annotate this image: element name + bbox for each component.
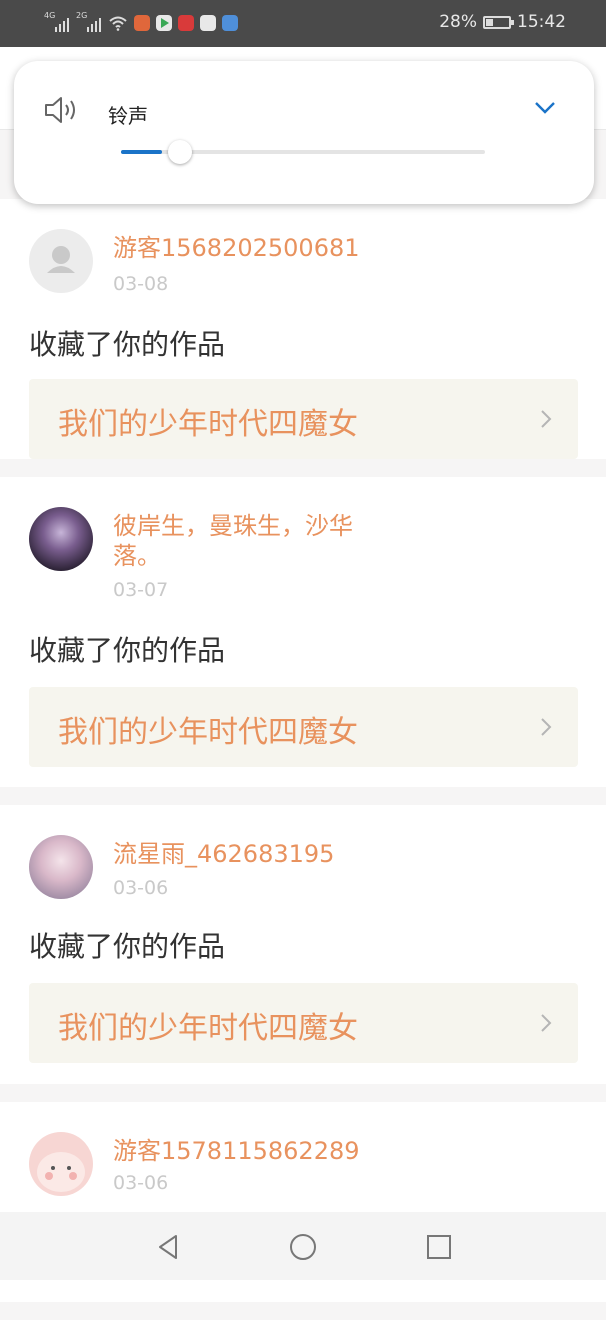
video-icon: [156, 15, 172, 31]
volume-label: 铃声: [108, 104, 148, 128]
volume-slider-thumb[interactable]: [168, 140, 192, 164]
volume-popup: 铃声: [14, 61, 594, 204]
work-title: 我们的少年时代四魔女: [58, 407, 358, 442]
volume-slider[interactable]: [121, 140, 485, 164]
speaker-icon[interactable]: [44, 95, 80, 125]
username-link[interactable]: 流星雨_462683195: [113, 839, 393, 869]
back-icon[interactable]: [154, 1232, 184, 1262]
navigation-bar: [0, 1212, 606, 1280]
notification-date: 03-06: [113, 877, 169, 899]
action-text: 收藏了你的作品: [29, 930, 226, 963]
notification-card: 游客1568202500681 03-08 收藏了你的作品 我们的少年时代四魔女: [0, 199, 606, 459]
signal-4g-icon: 4G: [44, 11, 70, 32]
heart-app-icon: [178, 15, 194, 31]
volume-slider-fill: [121, 150, 162, 154]
work-title: 我们的少年时代四魔女: [58, 1011, 358, 1046]
notification-list[interactable]: 游客1568202500681 03-08 收藏了你的作品 我们的少年时代四魔女…: [0, 199, 606, 1320]
work-link[interactable]: 我们的少年时代四魔女: [29, 379, 578, 459]
wifi-icon: [109, 16, 127, 31]
action-text: 收藏了你的作品: [29, 634, 226, 667]
user-avatar[interactable]: [29, 835, 93, 899]
work-link[interactable]: 我们的少年时代四魔女: [29, 687, 578, 767]
notification-date: 03-08: [113, 273, 169, 295]
username-link[interactable]: 彼岸生，曼珠生，沙华落。: [113, 511, 393, 571]
default-avatar-icon[interactable]: [29, 229, 93, 293]
chevron-down-icon[interactable]: [534, 101, 556, 115]
notification-date: 03-06: [113, 1172, 169, 1194]
battery-icon: [483, 15, 514, 29]
network-type-label: 2G: [76, 11, 88, 20]
signal-2g-icon: 2G: [76, 11, 102, 32]
notification-date: 03-07: [113, 579, 169, 601]
chevron-right-icon: [541, 1014, 552, 1032]
browser-icon: [134, 15, 150, 31]
notification-card: 彼岸生，曼珠生，沙华落。 03-07 收藏了你的作品 我们的少年时代四魔女: [0, 477, 606, 787]
work-link[interactable]: 我们的少年时代四魔女: [29, 983, 578, 1063]
chevron-right-icon: [541, 718, 552, 736]
username-link[interactable]: 游客1568202500681: [113, 233, 393, 263]
username-link[interactable]: 游客1578115862289: [113, 1136, 393, 1166]
chevron-right-icon: [541, 410, 552, 428]
user-avatar[interactable]: [29, 507, 93, 571]
recents-icon[interactable]: [424, 1232, 454, 1262]
status-bar: 4G 2G 28% 15:42: [0, 0, 606, 47]
network-type-label: 4G: [44, 11, 56, 20]
battery-percent: 28%: [439, 12, 477, 32]
notification-card: 流星雨_462683195 03-06 收藏了你的作品 我们的少年时代四魔女: [0, 805, 606, 1084]
status-indicators: 4G 2G: [44, 11, 238, 34]
cartoon-avatar[interactable]: [29, 1132, 93, 1196]
home-icon[interactable]: [288, 1232, 318, 1262]
weibo-icon: [200, 15, 216, 31]
news-app-icon: [222, 15, 238, 31]
clock: 15:42: [517, 12, 566, 32]
work-title: 我们的少年时代四魔女: [58, 715, 358, 750]
status-right: 28% 15:42: [439, 12, 566, 32]
action-text: 收藏了你的作品: [29, 328, 226, 361]
